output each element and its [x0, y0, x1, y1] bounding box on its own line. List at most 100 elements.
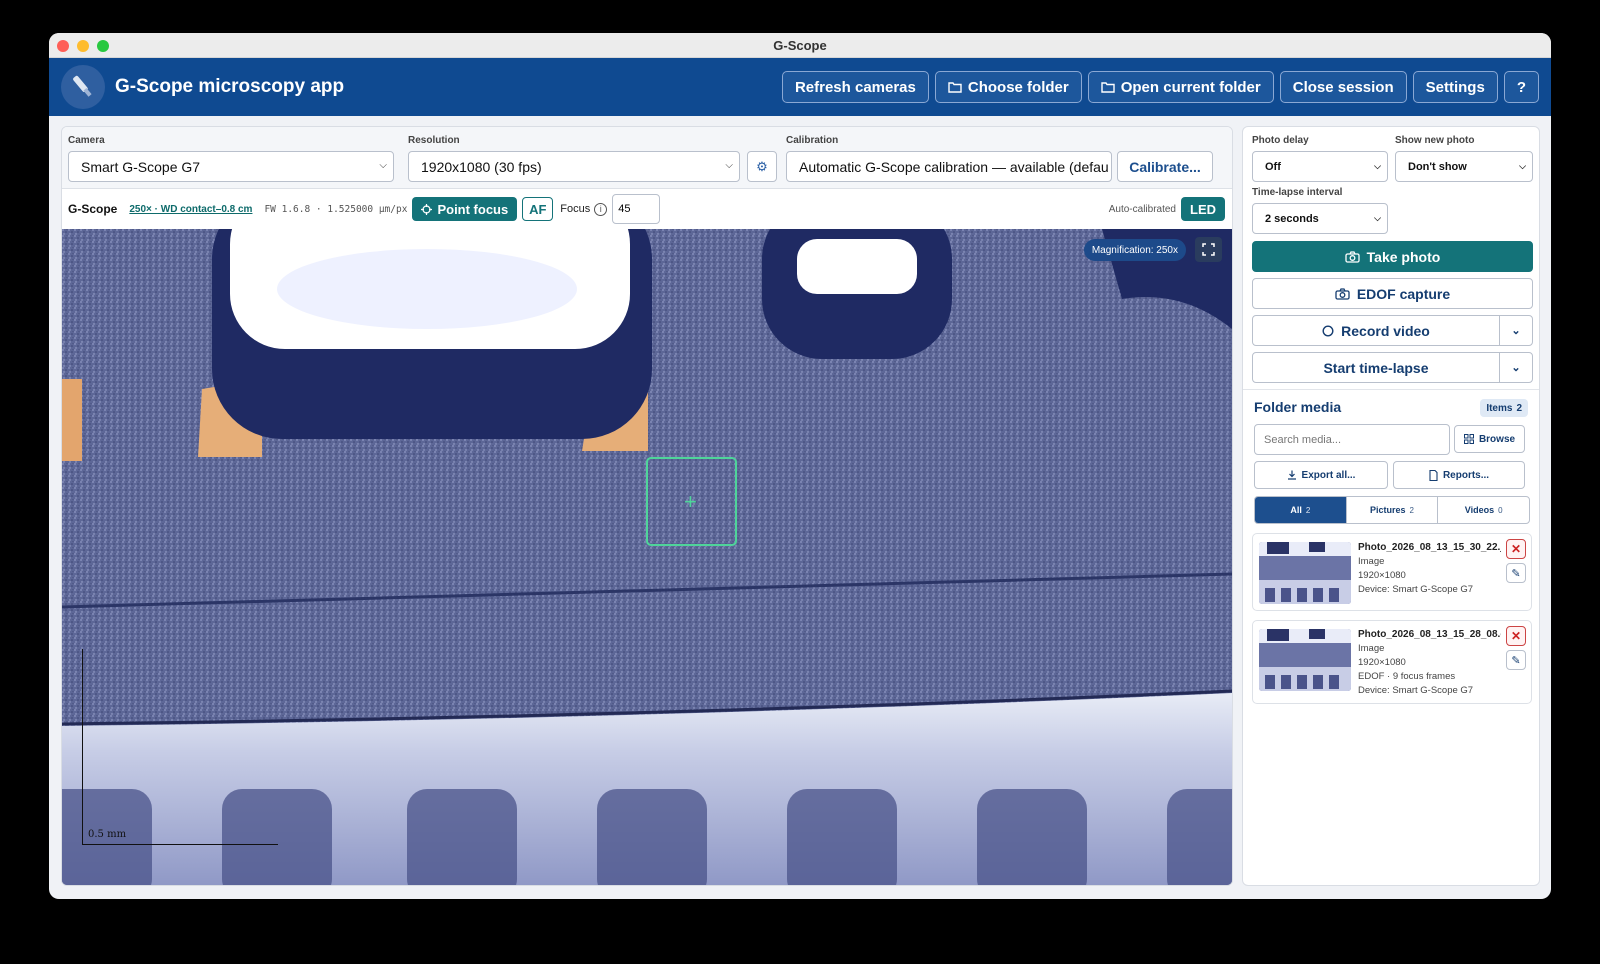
resolution-settings-button[interactable]: ⚙ — [747, 151, 777, 182]
plus-icon: + — [684, 489, 697, 514]
refresh-cameras-label: Refresh cameras — [794, 78, 916, 96]
app-title: G-Scope microscopy app — [115, 76, 345, 97]
help-button[interactable]: ? — [1503, 71, 1539, 103]
minimize-window-button[interactable] — [77, 40, 89, 52]
resolution-value: 1920x1080 (30 fps) — [421, 158, 542, 175]
timelapse-interval-label: Time-lapse interval — [1252, 187, 1343, 198]
record-icon — [1322, 324, 1334, 337]
point-focus-label: Point focus — [437, 201, 509, 217]
fullscreen-button[interactable] — [1195, 237, 1222, 262]
resolution-select[interactable]: 1920x1080 (30 fps) ⌵ — [408, 151, 740, 182]
window-title: G-Scope — [773, 37, 827, 53]
close-icon: ✕ — [1510, 542, 1522, 556]
items-count-badge: Items 2 — [1480, 399, 1528, 417]
edof-capture-label: EDOF capture — [1356, 285, 1451, 302]
download-icon — [1287, 470, 1296, 480]
camera-select[interactable]: Smart G-Scope G7 ⌵ — [68, 151, 394, 182]
timelapse-options-button[interactable]: ⌄ — [1499, 353, 1532, 382]
capture-sidebar: Photo delay Off ⌵ Show new photo Don't sh… — [1242, 126, 1540, 886]
close-icon: ✕ — [1510, 629, 1522, 643]
search-media-input[interactable]: Search media... — [1254, 424, 1450, 455]
open-current-folder-label: Open current folder — [1120, 78, 1261, 96]
media-thumbnail — [1259, 629, 1351, 691]
items-count: 2 — [1516, 402, 1522, 414]
chevron-down-icon: ⌵ — [1519, 161, 1526, 171]
window-controls — [57, 40, 109, 52]
browse-label: Browse — [1478, 433, 1516, 445]
rename-media-button[interactable]: ✎ — [1506, 563, 1526, 583]
close-session-button[interactable]: Close session — [1279, 71, 1407, 103]
chevron-down-icon: ⌄ — [1511, 325, 1521, 337]
camera-value: Smart G-Scope G7 — [81, 158, 201, 175]
browse-button[interactable]: Browse — [1454, 425, 1525, 453]
chevron-down-icon: ⌄ — [1511, 362, 1521, 374]
chevron-down-icon: ⌵ — [725, 160, 733, 171]
settings-label: Settings — [1425, 78, 1485, 96]
pencil-icon: ✎ — [1511, 654, 1521, 667]
maximize-window-button[interactable] — [97, 40, 109, 52]
timelapse-interval-value: 2 seconds — [1265, 212, 1319, 225]
timelapse-interval-select[interactable]: 2 seconds ⌵ — [1252, 203, 1388, 234]
media-item[interactable]: Photo_2026_08_13_15_30_22.jpg Image 1920… — [1252, 533, 1532, 611]
start-timelapse-button[interactable]: Start time-lapse ⌄ — [1252, 352, 1533, 383]
device-brand: G-Scope — [68, 202, 118, 216]
record-video-options-button[interactable]: ⌄ — [1499, 316, 1532, 345]
magnification-link[interactable]: 250× · WD contact–0.8 cm — [129, 204, 252, 215]
media-resolution: 1920×1080 — [1358, 657, 1406, 668]
show-new-photo-label: Show new photo — [1395, 135, 1475, 146]
camera-controls: Camera Smart G-Scope G7 ⌵ Resolution 1920… — [62, 127, 1232, 189]
media-item[interactable]: Photo_2026_08_13_15_28_08.of Image 1920×… — [1252, 620, 1532, 704]
take-photo-label: Take photo — [1366, 248, 1441, 265]
led-button[interactable]: LED — [1181, 197, 1225, 221]
photo-delay-value: Off — [1265, 160, 1281, 173]
edof-capture-button[interactable]: EDOF capture — [1252, 278, 1533, 309]
focus-point-box[interactable]: + — [646, 457, 737, 546]
take-photo-button[interactable]: Take photo — [1252, 241, 1533, 272]
camera-icon — [1335, 287, 1350, 300]
open-current-folder-button[interactable]: Open current folder — [1087, 71, 1274, 103]
media-edof-info: EDOF · 9 focus frames — [1358, 671, 1456, 682]
focus-label: Focus — [560, 203, 591, 215]
chevron-down-icon: ⌵ — [1374, 161, 1381, 171]
start-timelapse-label: Start time-lapse — [1323, 359, 1429, 376]
tab-all[interactable]: All 2 — [1255, 497, 1347, 523]
focus-label-group: Focus i — [560, 202, 608, 216]
focus-input[interactable]: 45 — [612, 194, 661, 224]
delete-media-button[interactable]: ✕ — [1506, 539, 1526, 559]
gear-icon: ⚙ — [756, 158, 768, 174]
media-filename: Photo_2026_08_13_15_28_08.of — [1358, 629, 1501, 640]
refresh-cameras-button[interactable]: Refresh cameras — [781, 71, 929, 103]
app-logo-icon — [61, 65, 105, 109]
reports-label: Reports... — [1442, 469, 1490, 481]
show-new-photo-select[interactable]: Don't show ⌵ — [1395, 151, 1533, 182]
info-icon[interactable]: i — [594, 202, 608, 216]
photo-delay-select[interactable]: Off ⌵ — [1252, 151, 1388, 182]
calibration-select[interactable]: Automatic G-Scope calibration — availabl… — [786, 151, 1112, 182]
export-all-label: Export all... — [1301, 469, 1356, 481]
record-video-button[interactable]: Record video ⌄ — [1252, 315, 1533, 346]
point-focus-button[interactable]: Point focus — [412, 197, 518, 221]
divider — [1243, 389, 1539, 390]
auto-calibrated-status: Auto-calibrated — [1108, 203, 1176, 215]
items-label: Items — [1486, 402, 1513, 414]
tab-pictures-label: Pictures — [1370, 505, 1406, 515]
tab-videos[interactable]: Videos 0 — [1438, 497, 1529, 523]
export-all-button[interactable]: Export all... — [1254, 461, 1388, 489]
app-header: G-Scope microscopy app Refresh cameras C… — [49, 58, 1551, 116]
camera-icon — [1345, 250, 1360, 263]
camera-panel: Camera Smart G-Scope G7 ⌵ Resolution 1920… — [61, 126, 1233, 886]
choose-folder-button[interactable]: Choose folder — [934, 71, 1082, 103]
pencil-icon: ✎ — [1511, 567, 1521, 580]
close-window-button[interactable] — [57, 40, 69, 52]
media-thumbnail — [1259, 542, 1351, 604]
rename-media-button[interactable]: ✎ — [1506, 650, 1526, 670]
delete-media-button[interactable]: ✕ — [1506, 626, 1526, 646]
reports-button[interactable]: Reports... — [1393, 461, 1525, 489]
camera-viewport[interactable]: Magnification: 250x + 0.5 mm — [62, 229, 1232, 885]
calibrate-button[interactable]: Calibrate... — [1117, 151, 1213, 182]
settings-button[interactable]: Settings — [1412, 71, 1498, 103]
help-label: ? — [1516, 78, 1526, 96]
tab-pictures[interactable]: Pictures 2 — [1347, 497, 1439, 523]
app-window: G-Scope G-Scope microscopy app Refresh c… — [49, 33, 1551, 899]
autofocus-button[interactable]: AF — [522, 197, 554, 221]
